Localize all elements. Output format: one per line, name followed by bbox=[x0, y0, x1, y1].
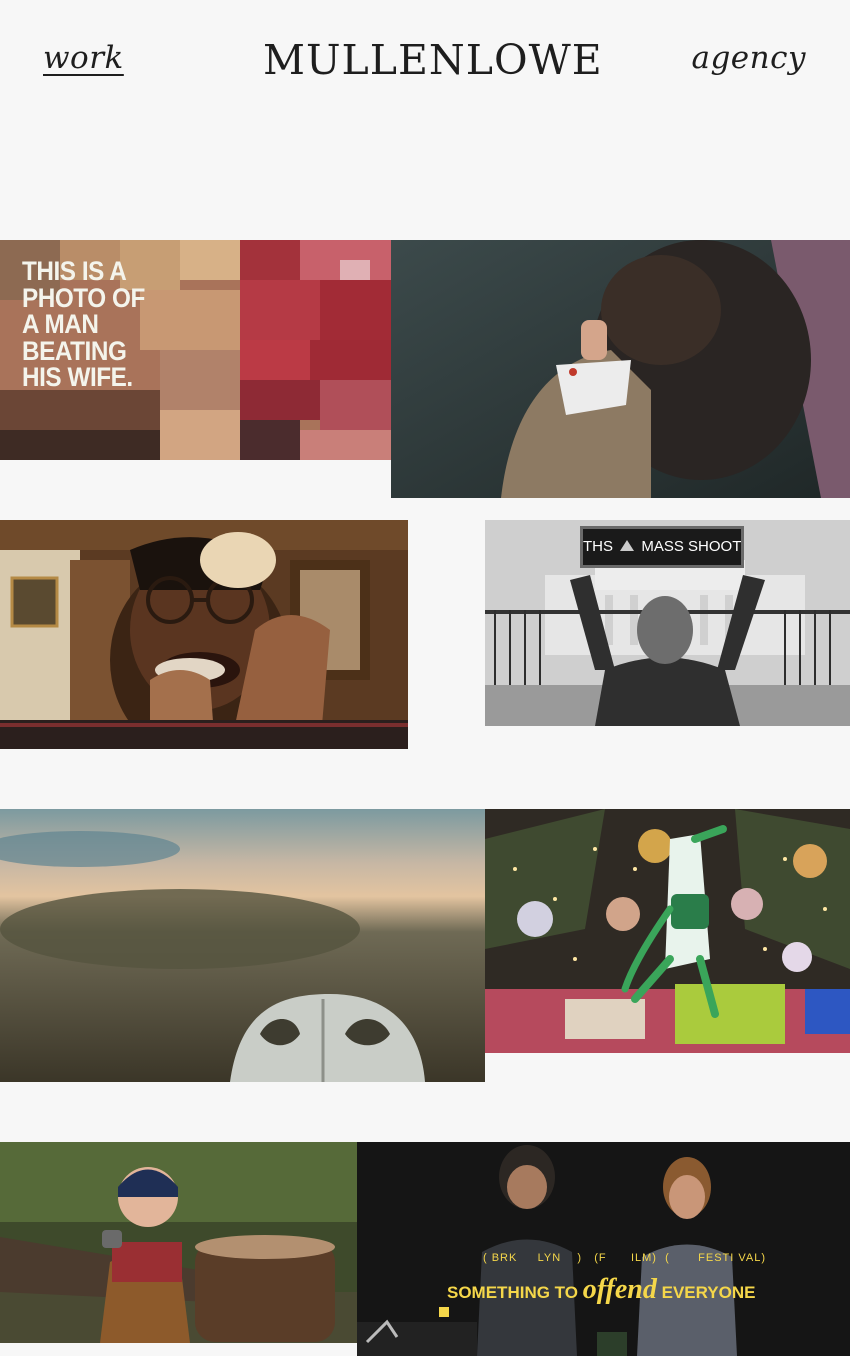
tile-4-scrolling-sign: THS MASS SHOOT bbox=[580, 526, 744, 568]
project-tile-6[interactable] bbox=[485, 809, 850, 1053]
nav-work-link[interactable]: work bbox=[43, 40, 124, 76]
project-tile-3[interactable] bbox=[0, 520, 408, 749]
project-thumbnail-6 bbox=[485, 809, 850, 1053]
project-tile-5[interactable] bbox=[0, 809, 485, 1082]
project-tile-7[interactable] bbox=[0, 1142, 357, 1343]
triangle-icon bbox=[620, 540, 635, 551]
project-tile-2[interactable] bbox=[391, 240, 850, 498]
nav-agency-link[interactable]: agency bbox=[691, 40, 806, 76]
tagline-after: EVERYONE bbox=[661, 1283, 756, 1302]
project-thumbnail-8 bbox=[357, 1142, 850, 1356]
tile-8-festival-text: ( BRK LYN ) (F ILM) ( FESTI VAL) bbox=[483, 1252, 767, 1264]
sign-left-text: THS bbox=[583, 538, 613, 555]
project-tile-1[interactable]: THIS IS A PHOTO OF A MAN BEATING HIS WIF… bbox=[0, 240, 391, 460]
project-thumbnail-2 bbox=[391, 240, 850, 498]
project-tile-8[interactable]: ( BRK LYN ) (F ILM) ( FESTI VAL) SOMETHI… bbox=[357, 1142, 850, 1356]
project-thumbnail-5 bbox=[0, 809, 485, 1082]
tagline-before: SOMETHING TO bbox=[447, 1283, 578, 1302]
tile-1-caption: THIS IS A PHOTO OF A MAN BEATING HIS WIF… bbox=[22, 256, 145, 392]
sign-right-text: MASS SHOOT bbox=[641, 538, 742, 555]
project-tile-4[interactable]: THS MASS SHOOT bbox=[485, 520, 850, 726]
tile-8-tagline: SOMETHING TO offend EVERYONE bbox=[447, 1274, 755, 1306]
mullenlowe-logo[interactable]: MULLENLOWE bbox=[263, 38, 603, 82]
project-thumbnail-3 bbox=[0, 520, 408, 749]
project-thumbnail-7 bbox=[0, 1142, 357, 1343]
tagline-emphasis: offend bbox=[582, 1274, 657, 1305]
